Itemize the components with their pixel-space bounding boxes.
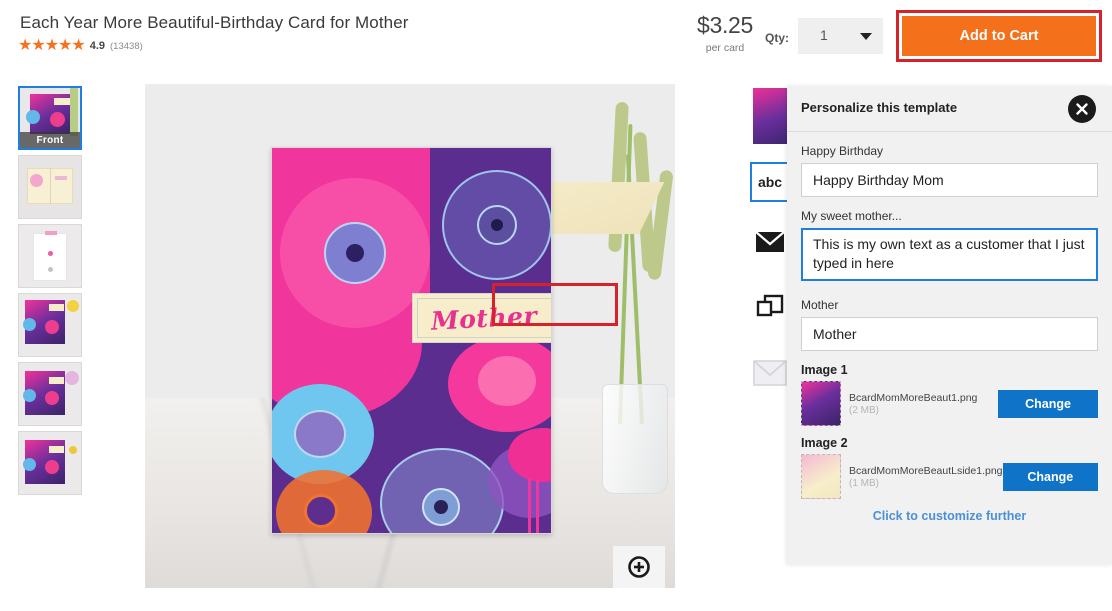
image-filesize: (1 MB) bbox=[849, 477, 879, 489]
rail-item-text[interactable]: abc bbox=[750, 162, 790, 202]
thumbnail-back[interactable] bbox=[18, 224, 82, 288]
image-1-block: Image 1 BcardMomMoreBeaut1.png (2 MB) Ch… bbox=[801, 363, 1098, 426]
envelope-outline-icon bbox=[753, 360, 787, 386]
image-label: Image 1 bbox=[801, 363, 848, 377]
rail-item-card-thumbnail[interactable] bbox=[750, 86, 790, 146]
thumbnail-label: Front bbox=[20, 132, 80, 148]
image-2-block: Image 2 BcardMomMoreBeautLside1.png (1 M… bbox=[801, 436, 1098, 499]
close-icon[interactable] bbox=[1068, 95, 1096, 123]
image-1-thumbnail[interactable] bbox=[801, 381, 841, 426]
rating-value: 4.9 bbox=[89, 40, 106, 52]
text-abc-icon: abc bbox=[757, 174, 783, 190]
image-filename: BcardMomMoreBeaut1.png bbox=[849, 391, 978, 404]
field-mother: Mother bbox=[801, 298, 1098, 351]
card-front-face: Mother bbox=[271, 147, 552, 534]
page-title: Each Year More Beautiful-Birthday Card f… bbox=[20, 13, 409, 32]
my-sweet-mother-textarea[interactable]: This is my own text as a customer that I… bbox=[801, 228, 1098, 281]
field-label: My sweet mother... bbox=[801, 209, 902, 223]
change-image-2-button[interactable]: Change bbox=[1002, 462, 1098, 491]
image-label: Image 2 bbox=[801, 436, 848, 450]
thumbnail-image bbox=[19, 156, 81, 218]
product-header: Each Year More Beautiful-Birthday Card f… bbox=[0, 0, 1112, 78]
rail-item-layers[interactable] bbox=[750, 282, 790, 330]
zoom-in-icon[interactable] bbox=[613, 546, 665, 588]
image-meta: BcardMomMoreBeaut1.png (2 MB) bbox=[849, 392, 990, 416]
image-row: BcardMomMoreBeautLside1.png (1 MB) Chang… bbox=[801, 454, 1098, 499]
chevron-down-icon bbox=[860, 33, 872, 40]
card-thumbnail-icon bbox=[753, 88, 787, 144]
field-label: Happy Birthday bbox=[801, 144, 884, 158]
customize-further-link[interactable]: Click to customize further bbox=[801, 509, 1098, 523]
thumbnail-inside[interactable] bbox=[18, 155, 82, 219]
editor-icon-rail: abc bbox=[750, 86, 792, 416]
happy-birthday-input[interactable] bbox=[801, 163, 1098, 197]
thumbnail-image bbox=[19, 294, 81, 356]
panel-header: Personalize this template bbox=[787, 86, 1112, 132]
thumbnail-scene-3[interactable] bbox=[18, 431, 82, 495]
thumbnail-rail: Front bbox=[18, 86, 84, 500]
panel-title: Personalize this template bbox=[801, 100, 958, 115]
image-meta: BcardMomMoreBeautLside1.png (1 MB) bbox=[849, 464, 1003, 489]
change-image-1-button[interactable]: Change bbox=[998, 389, 1098, 418]
image-row: BcardMomMoreBeaut1.png (2 MB) Change bbox=[801, 381, 1098, 426]
rail-item-envelope[interactable] bbox=[750, 218, 790, 266]
thumbnail-scene-2[interactable] bbox=[18, 362, 82, 426]
thumbnail-front[interactable]: Front bbox=[18, 86, 82, 150]
quantity-select[interactable]: 1 bbox=[798, 18, 883, 54]
price-unit-label: per card bbox=[705, 42, 745, 54]
rating-row: ★★★★★ 4.9 (13438) bbox=[18, 38, 143, 54]
thumbnail-image bbox=[19, 363, 81, 425]
quantity-label: Qty: bbox=[765, 31, 789, 45]
field-happy-birthday: Happy Birthday bbox=[801, 144, 1098, 197]
card-preview[interactable]: Mother bbox=[145, 84, 675, 588]
quantity-value: 1 bbox=[820, 27, 828, 43]
layers-icon bbox=[756, 294, 784, 317]
rail-item-envelope-outline[interactable] bbox=[750, 346, 790, 400]
rating-count: (13438) bbox=[110, 40, 143, 52]
envelope-icon bbox=[755, 231, 785, 252]
thumbnail-scene-1[interactable] bbox=[18, 293, 82, 357]
thumbnail-image bbox=[19, 225, 81, 287]
price-value: $3.25 bbox=[696, 12, 754, 38]
image-filename: BcardMomMoreBeautLside1.png bbox=[849, 464, 1003, 477]
add-to-cart-button[interactable]: Add to Cart bbox=[902, 16, 1096, 56]
personalize-panel: Personalize this template Happy Birthday… bbox=[787, 86, 1112, 565]
panel-body: Happy Birthday My sweet mother... This i… bbox=[787, 132, 1112, 523]
thumbnail-image bbox=[19, 432, 81, 494]
field-my-sweet-mother: My sweet mother... This is my own text a… bbox=[801, 209, 1098, 286]
vase bbox=[602, 384, 668, 494]
image-2-thumbnail[interactable] bbox=[801, 454, 841, 499]
card-region-annotation bbox=[492, 283, 618, 326]
price-block: $3.25 per card bbox=[681, 12, 769, 55]
image-filesize: (2 MB) bbox=[849, 404, 879, 416]
star-rating-icon: ★★★★★ bbox=[18, 37, 86, 54]
mother-input[interactable] bbox=[801, 317, 1098, 351]
field-label: Mother bbox=[801, 298, 839, 312]
add-to-cart-annotation: Add to Cart bbox=[896, 10, 1102, 62]
